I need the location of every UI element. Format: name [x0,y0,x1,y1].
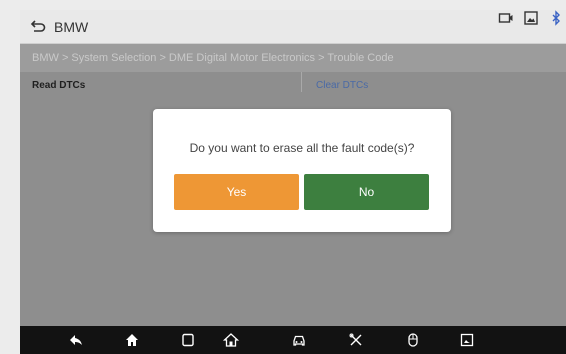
yes-button[interactable]: Yes [174,174,299,210]
recent-apps-icon[interactable] [180,332,196,348]
back-icon[interactable] [68,332,84,348]
tab-divider [301,72,302,92]
tools-icon[interactable] [348,332,364,348]
mouse-icon[interactable] [405,332,421,348]
camera-icon[interactable] [498,10,514,26]
tab-read-dtcs[interactable]: Read DTCs [32,72,85,100]
dialog-message: Do you want to erase all the fault code(… [189,141,415,155]
car-icon[interactable] [291,332,307,348]
tab-clear-dtcs[interactable]: Clear DTCs [316,72,368,100]
no-button[interactable]: No [304,174,429,210]
back-icon[interactable] [30,18,46,34]
system-nav-bar [20,326,566,354]
app-window: BMW BMW > System Selection > DME Digital… [20,10,566,354]
top-bar: BMW [20,10,566,44]
breadcrumb: BMW > System Selection > DME Digital Mot… [20,44,566,72]
image-icon[interactable] [523,10,539,26]
screenshot-icon[interactable] [459,332,475,348]
home-icon[interactable] [124,332,140,348]
function-tabs: Read DTCs Clear DTCs [20,72,566,100]
house-icon[interactable] [223,332,239,348]
app-title: BMW [54,19,89,35]
bluetooth-icon[interactable] [548,10,564,26]
confirm-dialog: Do you want to erase all the fault code(… [153,109,451,232]
